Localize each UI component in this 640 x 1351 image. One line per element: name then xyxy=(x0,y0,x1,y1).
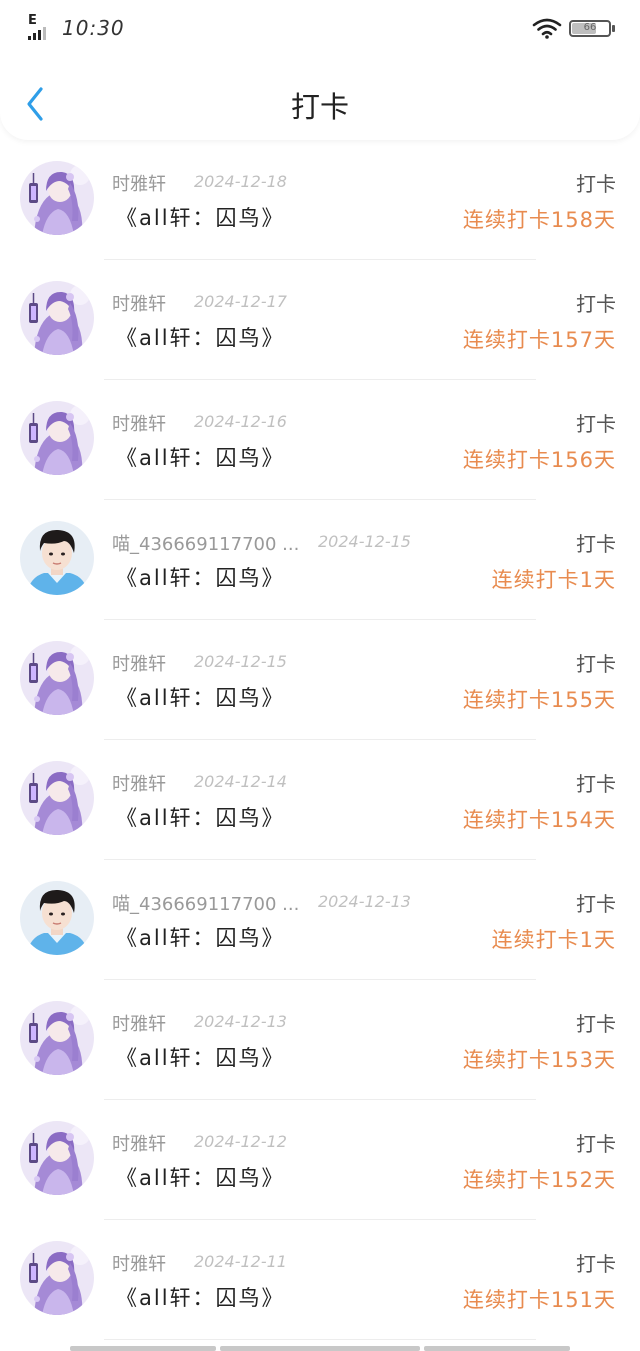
book-title[interactable]: 《all轩：囚鸟》 xyxy=(116,442,285,472)
checkin-date: 2024-12-17 xyxy=(194,292,287,311)
checkin-tag: 打卡 xyxy=(576,892,616,916)
list-item[interactable]: 喵_436669117700 ... 2024-12-13 《all轩：囚鸟》 打卡连… xyxy=(0,860,640,980)
avatar[interactable] xyxy=(20,1241,94,1315)
checkin-date: 2024-12-13 xyxy=(318,892,411,911)
list-item[interactable]: 时雅轩 2024-12-12 《all轩：囚鸟》 打卡连续打卡152天 xyxy=(0,1100,640,1220)
checkin-tag: 打卡 xyxy=(576,1252,616,1276)
list-item[interactable]: 时雅轩 2024-12-18 《all轩：囚鸟》 打卡连续打卡158天 xyxy=(0,140,640,260)
checkin-date: 2024-12-12 xyxy=(194,1132,287,1151)
checkin-tag: 打卡 xyxy=(576,532,616,556)
battery-percent: 66 xyxy=(583,22,597,33)
checkin-date: 2024-12-13 xyxy=(194,1012,287,1031)
streak-label: 连续打卡153天 xyxy=(462,1048,616,1072)
streak-label: 连续打卡158天 xyxy=(462,208,616,232)
book-title[interactable]: 《all轩：囚鸟》 xyxy=(116,682,285,712)
divider xyxy=(104,1339,536,1340)
avatar[interactable] xyxy=(20,401,94,475)
clock: 10:30 xyxy=(62,16,125,40)
user-name: 时雅轩 xyxy=(112,1134,166,1155)
user-name: 时雅轩 xyxy=(112,654,166,675)
book-title[interactable]: 《all轩：囚鸟》 xyxy=(116,802,285,832)
list-item[interactable]: 时雅轩 2024-12-11 《all轩：囚鸟》 打卡连续打卡151天 xyxy=(0,1220,640,1340)
avatar[interactable] xyxy=(20,521,94,595)
streak-label: 连续打卡157天 xyxy=(462,328,616,352)
book-title[interactable]: 《all轩：囚鸟》 xyxy=(116,322,285,352)
checkin-date: 2024-12-16 xyxy=(194,412,287,431)
checkin-date: 2024-12-11 xyxy=(194,1252,287,1271)
avatar[interactable] xyxy=(20,1001,94,1075)
user-name: 时雅轩 xyxy=(112,1254,166,1275)
list-item[interactable]: 喵_436669117700 ... 2024-12-15 《all轩：囚鸟》 打卡连… xyxy=(0,500,640,620)
network-type: E xyxy=(28,13,37,28)
avatar[interactable] xyxy=(20,761,94,835)
streak-label: 连续打卡156天 xyxy=(462,448,616,472)
nav-bar: 打卡 xyxy=(0,60,640,140)
streak-label: 连续打卡1天 xyxy=(491,568,616,592)
checkin-tag: 打卡 xyxy=(576,772,616,796)
book-title[interactable]: 《all轩：囚鸟》 xyxy=(116,202,285,232)
scroll-indicator xyxy=(70,1346,570,1351)
book-title[interactable]: 《all轩：囚鸟》 xyxy=(116,1042,285,1072)
checkin-tag: 打卡 xyxy=(576,412,616,436)
status-bar: E 10:30 66 xyxy=(0,0,640,56)
user-name: 时雅轩 xyxy=(112,414,166,435)
checkin-list: 时雅轩 2024-12-18 《all轩：囚鸟》 打卡 连续打卡158天 时雅轩 2024-… xyxy=(0,140,640,1340)
avatar[interactable] xyxy=(20,161,94,235)
streak-label: 连续打卡151天 xyxy=(462,1288,616,1312)
checkin-tag: 打卡 xyxy=(576,652,616,676)
checkin-date: 2024-12-15 xyxy=(318,532,411,551)
list-item[interactable]: 时雅轩 2024-12-13 《all轩：囚鸟》 打卡连续打卡153天 xyxy=(0,980,640,1100)
checkin-tag: 打卡 xyxy=(576,1012,616,1036)
avatar[interactable] xyxy=(20,881,94,955)
checkin-date: 2024-12-14 xyxy=(194,772,287,791)
user-name: 时雅轩 xyxy=(112,774,166,795)
user-name: 时雅轩 xyxy=(112,1014,166,1035)
streak-label: 连续打卡1天 xyxy=(491,928,616,952)
book-title[interactable]: 《all轩：囚鸟》 xyxy=(116,562,285,592)
user-name: 时雅轩 xyxy=(112,294,166,315)
user-name: 喵_436669117700 ... xyxy=(112,534,300,555)
list-item[interactable]: 时雅轩 2024-12-15 《all轩：囚鸟》 打卡连续打卡155天 xyxy=(0,620,640,740)
wifi-icon xyxy=(532,18,562,39)
avatar[interactable] xyxy=(20,641,94,715)
battery-icon: 66 xyxy=(569,20,615,37)
header: E 10:30 66 打卡 xyxy=(0,0,640,140)
book-title[interactable]: 《all轩：囚鸟》 xyxy=(116,922,285,952)
list-item[interactable]: 时雅轩 2024-12-17 《all轩：囚鸟》 打卡连续打卡157天 xyxy=(0,260,640,380)
streak-label: 连续打卡152天 xyxy=(462,1168,616,1192)
list-item[interactable]: 时雅轩 2024-12-16 《all轩：囚鸟》 打卡连续打卡156天 xyxy=(0,380,640,500)
book-title[interactable]: 《all轩：囚鸟》 xyxy=(116,1282,285,1312)
book-title[interactable]: 《all轩：囚鸟》 xyxy=(116,1162,285,1192)
user-name: 喵_436669117700 ... xyxy=(112,894,300,915)
signal-icon: E xyxy=(28,14,54,40)
checkin-date: 2024-12-18 xyxy=(194,172,287,191)
user-name: 时雅轩 xyxy=(112,174,166,195)
list-item[interactable]: 时雅轩 2024-12-14 《all轩：囚鸟》 打卡连续打卡154天 xyxy=(0,740,640,860)
avatar[interactable] xyxy=(20,1121,94,1195)
checkin-tag: 打卡 xyxy=(576,292,616,316)
avatar[interactable] xyxy=(20,281,94,355)
checkin-date: 2024-12-15 xyxy=(194,652,287,671)
streak-label: 连续打卡155天 xyxy=(462,688,616,712)
checkin-tag: 打卡 xyxy=(576,1132,616,1156)
streak-label: 连续打卡154天 xyxy=(462,808,616,832)
page-title: 打卡 xyxy=(290,90,349,124)
checkin-tag: 打卡 xyxy=(576,172,616,196)
